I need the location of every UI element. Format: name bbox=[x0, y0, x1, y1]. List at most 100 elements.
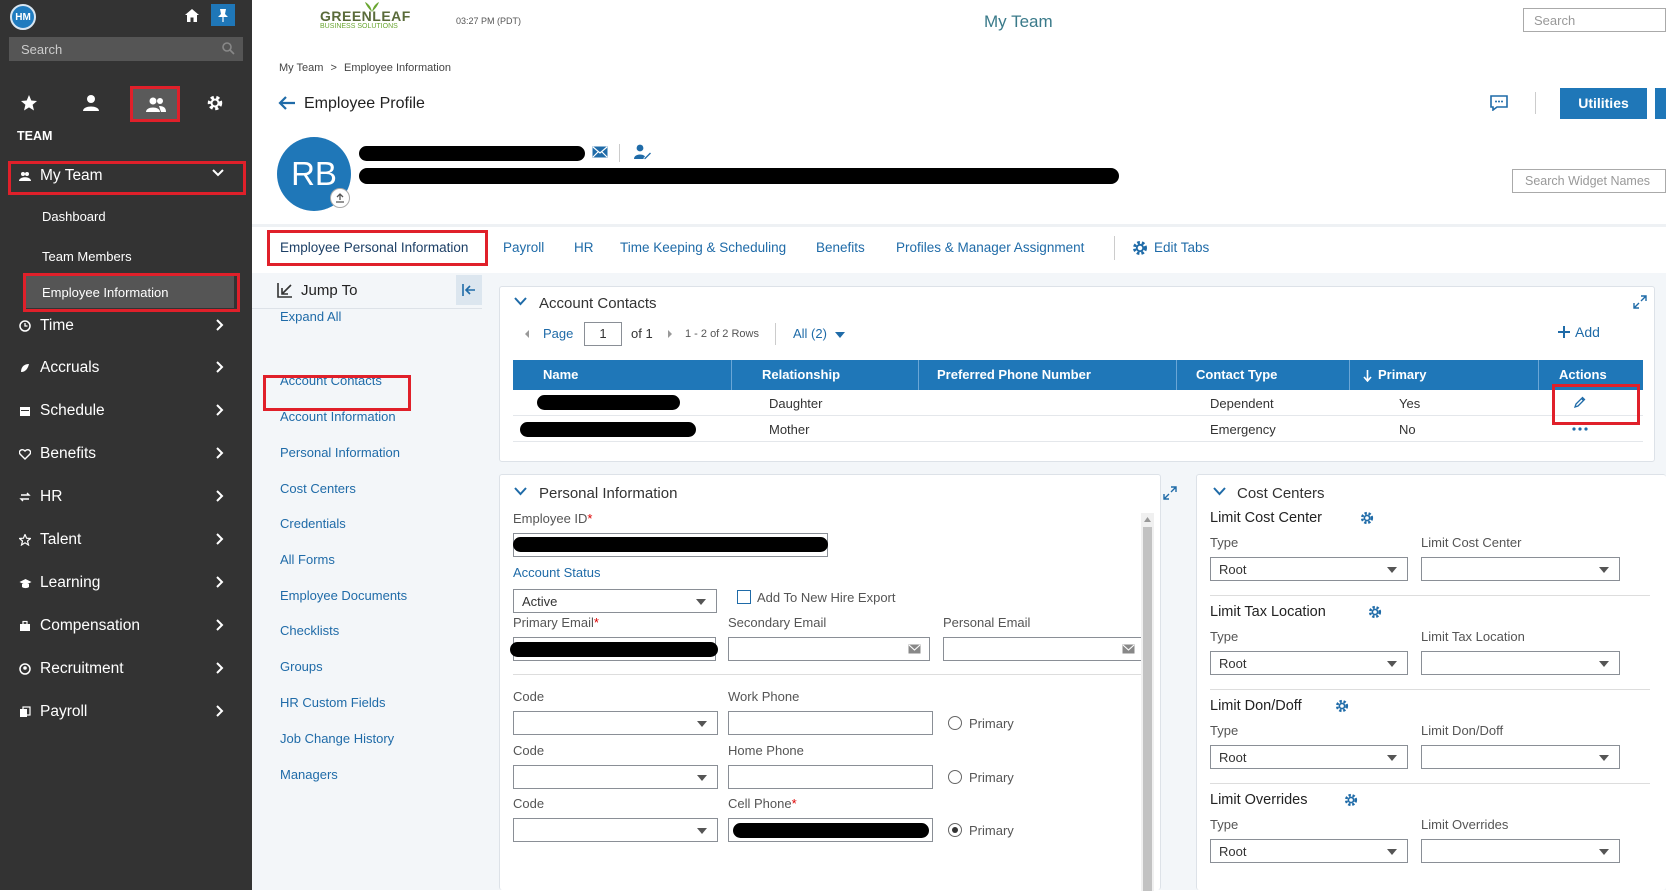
breadcrumb-my-team[interactable]: My Team bbox=[279, 62, 323, 74]
cell-phone-code-select[interactable] bbox=[513, 818, 718, 842]
jump-link-all-forms[interactable]: All Forms bbox=[280, 552, 335, 567]
work-phone-label: Work Phone bbox=[728, 689, 800, 704]
jump-link-account-contacts[interactable]: Account Contacts bbox=[280, 373, 382, 388]
edit-tabs-gear-icon[interactable] bbox=[1132, 240, 1148, 256]
pin-icon[interactable] bbox=[211, 4, 235, 26]
secondary-email-field[interactable] bbox=[728, 637, 930, 661]
sidebar-item-recruitment[interactable]: Recruitment bbox=[17, 654, 232, 684]
add-contact-button[interactable]: Add bbox=[1557, 324, 1600, 340]
column-header-contact-type[interactable]: Contact Type bbox=[1177, 360, 1350, 390]
personal-email-field[interactable] bbox=[943, 637, 1144, 661]
settings-gear-icon[interactable] bbox=[206, 94, 224, 112]
sidebar-item-schedule[interactable]: Schedule bbox=[17, 396, 232, 426]
sidebar-item-benefits[interactable]: Benefits bbox=[17, 439, 232, 469]
jump-link-hr-custom-fields[interactable]: HR Custom Fields bbox=[280, 695, 385, 710]
jump-link-checklists[interactable]: Checklists bbox=[280, 623, 339, 638]
team-users-icon[interactable] bbox=[133, 88, 179, 122]
sidebar-item-payroll[interactable]: Payroll bbox=[17, 697, 232, 727]
scroll-up-arrow-icon[interactable] bbox=[1144, 517, 1151, 522]
rows-filter-dropdown[interactable]: All (2) bbox=[793, 326, 845, 341]
tab-employee-personal-information[interactable]: Employee Personal Information bbox=[280, 240, 468, 255]
prev-page-icon[interactable] bbox=[524, 329, 530, 339]
jump-link-cost-centers[interactable]: Cost Centers bbox=[280, 481, 356, 496]
expand-widget-icon[interactable] bbox=[1163, 486, 1177, 500]
tab-payroll[interactable]: Payroll bbox=[503, 240, 544, 255]
type-select[interactable]: Root bbox=[1210, 557, 1408, 581]
upload-photo-icon[interactable] bbox=[330, 188, 350, 208]
sidebar-item-time[interactable]: Time bbox=[17, 311, 232, 341]
collapse-chevron-icon[interactable] bbox=[514, 487, 527, 496]
type-select[interactable]: Root bbox=[1210, 839, 1408, 863]
widget-search-input[interactable]: Search Widget Names bbox=[1512, 169, 1666, 193]
jump-link-personal-information[interactable]: Personal Information bbox=[280, 445, 400, 460]
account-status-select[interactable]: Active bbox=[513, 589, 717, 613]
sidebar-subitem-dashboard[interactable]: Dashboard bbox=[42, 209, 106, 224]
jump-link-job-change-history[interactable]: Job Change History bbox=[280, 731, 394, 746]
sidebar-item-my-team[interactable]: My Team bbox=[17, 161, 232, 191]
sidebar-item-compensation[interactable]: Compensation bbox=[17, 611, 232, 641]
tab-time-keeping-scheduling[interactable]: Time Keeping & Scheduling bbox=[620, 240, 786, 255]
home-icon[interactable] bbox=[184, 8, 200, 23]
column-header-primary[interactable]: Primary bbox=[1350, 360, 1539, 390]
more-actions-ellipsis-icon[interactable] bbox=[1572, 427, 1588, 431]
limit-field-select[interactable] bbox=[1421, 839, 1620, 863]
group-settings-gear-icon[interactable] bbox=[1335, 699, 1349, 713]
plus-icon bbox=[1558, 326, 1570, 338]
collapse-chevron-icon[interactable] bbox=[514, 297, 527, 306]
tab-benefits[interactable]: Benefits bbox=[816, 240, 865, 255]
tab-hr[interactable]: HR bbox=[574, 240, 594, 255]
jump-link-managers[interactable]: Managers bbox=[280, 767, 338, 782]
sidebar-item-talent[interactable]: Talent bbox=[17, 525, 232, 555]
edit-user-icon[interactable] bbox=[634, 144, 652, 160]
tab-profiles-manager-assignment[interactable]: Profiles & Manager Assignment bbox=[896, 240, 1084, 255]
secondary-action-button[interactable] bbox=[1655, 88, 1666, 119]
sidebar-subitem-team-members[interactable]: Team Members bbox=[42, 249, 132, 264]
new-hire-export-checkbox[interactable] bbox=[737, 590, 751, 604]
home-phone-primary-radio[interactable] bbox=[948, 770, 962, 784]
expand-widget-icon[interactable] bbox=[1633, 295, 1647, 309]
column-header-name[interactable]: Name bbox=[513, 360, 732, 390]
home-phone-field[interactable] bbox=[728, 765, 933, 789]
limit-field-select[interactable] bbox=[1421, 651, 1620, 675]
favorites-star-icon[interactable] bbox=[20, 94, 38, 112]
group-settings-gear-icon[interactable] bbox=[1360, 511, 1374, 525]
jump-link-groups[interactable]: Groups bbox=[280, 659, 323, 674]
work-phone-field[interactable] bbox=[728, 711, 933, 735]
work-phone-primary-radio[interactable] bbox=[948, 716, 962, 730]
jump-link-employee-documents[interactable]: Employee Documents bbox=[280, 588, 407, 603]
page-number-input[interactable]: 1 bbox=[584, 322, 622, 346]
collapse-panel-icon[interactable] bbox=[456, 275, 482, 305]
edit-pencil-icon[interactable] bbox=[1573, 396, 1586, 409]
user-avatar[interactable]: HM bbox=[10, 4, 36, 30]
header-search-input[interactable]: Search bbox=[1523, 8, 1666, 32]
expand-all-link[interactable]: Expand All bbox=[280, 309, 341, 324]
type-select[interactable]: Root bbox=[1210, 745, 1408, 769]
work-phone-code-select[interactable] bbox=[513, 711, 718, 735]
limit-field-select[interactable] bbox=[1421, 557, 1620, 581]
sidebar-search-input[interactable]: Search bbox=[9, 37, 243, 61]
group-settings-gear-icon[interactable] bbox=[1368, 605, 1382, 619]
chat-message-icon[interactable] bbox=[1490, 95, 1508, 111]
sidebar-item-accruals[interactable]: Accruals bbox=[17, 353, 232, 383]
cell-phone-primary-radio[interactable] bbox=[948, 823, 962, 837]
sidebar-item-hr[interactable]: HR bbox=[17, 482, 232, 512]
back-arrow-icon[interactable] bbox=[278, 96, 296, 110]
column-header-relationship[interactable]: Relationship bbox=[732, 360, 919, 390]
email-envelope-icon[interactable] bbox=[592, 146, 608, 158]
utilities-button[interactable]: Utilities bbox=[1560, 88, 1647, 119]
jump-link-credentials[interactable]: Credentials bbox=[280, 516, 346, 531]
jump-link-account-information[interactable]: Account Information bbox=[280, 409, 396, 424]
next-page-icon[interactable] bbox=[667, 329, 673, 339]
collapse-chevron-icon[interactable] bbox=[1213, 487, 1226, 496]
type-select[interactable]: Root bbox=[1210, 651, 1408, 675]
home-phone-code-select[interactable] bbox=[513, 765, 718, 789]
vertical-scrollbar[interactable] bbox=[1141, 513, 1154, 891]
scrollbar-thumb[interactable] bbox=[1143, 527, 1152, 891]
group-settings-gear-icon[interactable] bbox=[1344, 793, 1358, 807]
my-profile-user-icon[interactable] bbox=[82, 94, 100, 112]
sidebar-subitem-employee-information[interactable]: Employee Information bbox=[26, 276, 234, 308]
sidebar-item-learning[interactable]: Learning bbox=[17, 568, 232, 598]
limit-field-select[interactable] bbox=[1421, 745, 1620, 769]
column-header-preferred-phone[interactable]: Preferred Phone Number bbox=[919, 360, 1177, 390]
edit-tabs-link[interactable]: Edit Tabs bbox=[1154, 240, 1209, 255]
